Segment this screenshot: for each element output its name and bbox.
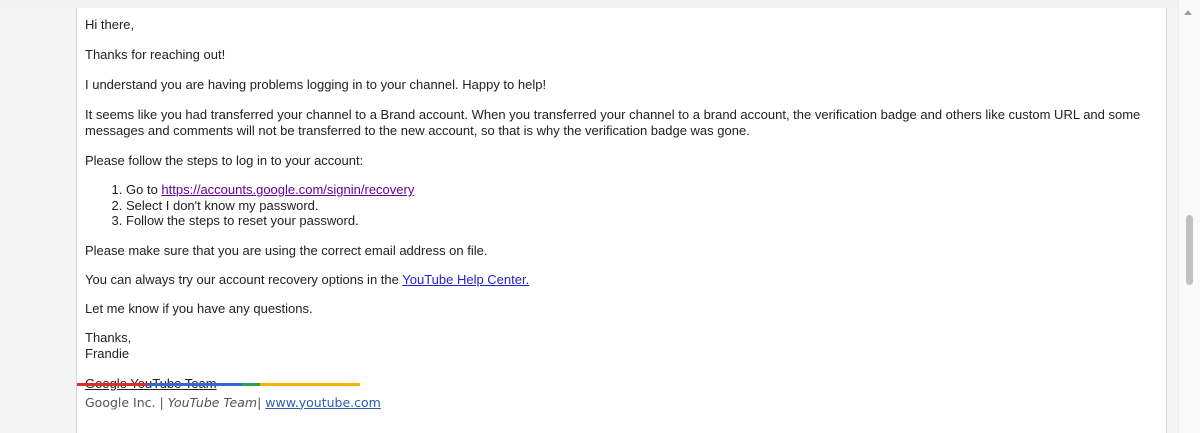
greeting-text: Hi there, — [85, 17, 135, 32]
top-strip — [0, 0, 1178, 8]
brand-color-bar — [77, 383, 360, 386]
thanks-text: Thanks for reaching out! — [85, 47, 226, 62]
step-item: Follow the steps to reset your password. — [126, 213, 1155, 229]
signature-footer: Google Inc. | YouTube Team| www.youtube.… — [85, 395, 1155, 411]
company-name: Google Inc. — [85, 394, 156, 410]
steps-list: Go to https://accounts.google.com/signin… — [85, 182, 1155, 229]
recovery-link[interactable]: https://accounts.google.com/signin/recov… — [161, 182, 414, 197]
left-gutter — [0, 8, 76, 433]
recovery-prefix: You can always try our account recovery … — [85, 271, 403, 287]
brand-color-segment — [147, 383, 242, 386]
step-item: Go to https://accounts.google.com/signin… — [126, 182, 1155, 198]
signature-block: Google YouTube Team Google Inc. | YouTub… — [85, 376, 1155, 411]
message-panel: Hi there, Thanks for reaching out! I und… — [76, 8, 1167, 433]
scroll-thumb[interactable] — [1186, 215, 1193, 285]
brand-color-segment — [77, 383, 147, 386]
message-body: Hi there, Thanks for reaching out! I und… — [85, 17, 1155, 411]
help-center-link[interactable]: YouTube Help Center. — [402, 272, 529, 287]
brand-color-segment — [260, 383, 360, 386]
email-check-text: Please make sure that you are using the … — [85, 242, 488, 258]
questions-text: Let me know if you have any questions. — [85, 300, 313, 316]
agent-name: Frandie — [85, 345, 130, 361]
signoff-text: Thanks, — [85, 329, 132, 345]
step-item: Select I don't know my password. — [126, 198, 1155, 214]
explanation-text: It seems like you had transferred your c… — [85, 107, 1141, 138]
step1-prefix: Go to — [126, 182, 162, 197]
understand-text: I understand you are having problems log… — [85, 77, 547, 92]
steps-intro-text: Please follow the steps to log in to you… — [85, 153, 364, 168]
website-link[interactable]: www.youtube.com — [265, 395, 381, 410]
email-viewer: Hi there, Thanks for reaching out! I und… — [0, 0, 1200, 433]
scroll-up-arrow-icon[interactable] — [1184, 10, 1192, 15]
team-italic: YouTube Team — [167, 394, 258, 410]
recovery-text: You can always try our account recovery … — [85, 272, 1155, 288]
separator: | — [159, 394, 164, 410]
vertical-scrollbar[interactable] — [1178, 0, 1200, 433]
brand-color-segment — [242, 383, 260, 386]
separator: | — [257, 394, 262, 410]
